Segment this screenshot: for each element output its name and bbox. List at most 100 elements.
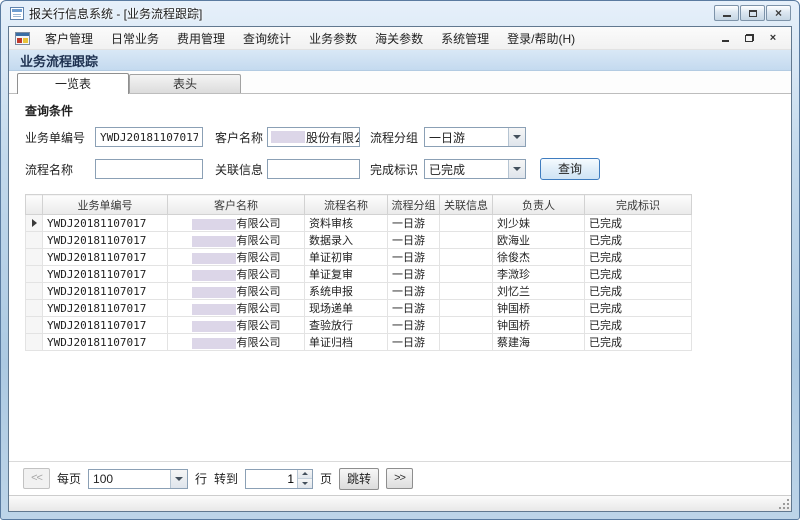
cell-process-group: 一日游 — [388, 266, 440, 283]
column-header-process-name[interactable]: 流程名称 — [305, 195, 388, 215]
menu-bar: 客户管理 日常业务 费用管理 查询统计 业务参数 海关参数 系统管理 登录/帮助… — [9, 27, 791, 50]
cell-order-no: YWDJ20181107017 — [43, 300, 168, 317]
cell-customer-text: 有限公司 — [237, 337, 281, 349]
column-header-order-no[interactable]: 业务单编号 — [43, 195, 168, 215]
mdi-restore-button[interactable] — [741, 31, 757, 45]
cell-related-info — [440, 317, 493, 334]
process-group-select[interactable]: 一日游 — [424, 127, 526, 147]
table-row[interactable]: YWDJ20181107017 有限公司 系统申报 一日游 刘忆兰 已完成 — [26, 283, 692, 300]
row-header-cell — [26, 334, 43, 351]
redacted-text-block — [192, 304, 236, 315]
cell-owner: 钟国桥 — [493, 300, 585, 317]
per-page-select[interactable]: 100 — [88, 469, 188, 489]
redacted-text-block — [192, 253, 236, 264]
window-title: 报关行信息系统 - [业务流程跟踪] — [29, 5, 202, 22]
menu-item-customs-params[interactable]: 海关参数 — [366, 27, 432, 50]
spin-down-button[interactable] — [298, 479, 312, 488]
results-table: 业务单编号 客户名称 流程名称 流程分组 关联信息 负责人 完成标识 YWDJ2… — [25, 194, 692, 351]
table-row[interactable]: YWDJ20181107017 有限公司 单证初审 一日游 徐俊杰 已完成 — [26, 249, 692, 266]
menu-item-system-mgmt[interactable]: 系统管理 — [432, 27, 498, 50]
cell-related-info — [440, 232, 493, 249]
status-flag-value: 已完成 — [425, 161, 508, 178]
cell-owner: 刘少妹 — [493, 215, 585, 232]
column-header-owner[interactable]: 负责人 — [493, 195, 585, 215]
status-flag-select[interactable]: 已完成 — [424, 159, 526, 179]
cell-customer-text: 有限公司 — [237, 252, 281, 264]
cell-related-info — [440, 300, 493, 317]
menu-item-login-help[interactable]: 登录/帮助(H) — [498, 27, 584, 50]
grid-body: YWDJ20181107017 有限公司 资料审核 一日游 刘少妹 已完成 YW… — [26, 215, 692, 351]
cell-status: 已完成 — [585, 300, 692, 317]
page-number-stepper[interactable] — [245, 469, 313, 489]
maximize-button[interactable] — [740, 5, 765, 21]
chevron-down-icon[interactable] — [508, 128, 525, 146]
spin-up-button[interactable] — [298, 470, 312, 480]
cell-customer: 有限公司 — [168, 266, 305, 283]
next-page-button[interactable]: >> — [386, 468, 413, 489]
app-window: 报关行信息系统 - [业务流程跟踪] × 客户管理 日常业务 费用管理 查询统计… — [0, 0, 800, 520]
cell-process-name: 数据录入 — [305, 232, 388, 249]
chevron-down-icon — [302, 482, 308, 485]
menu-item-daily-business[interactable]: 日常业务 — [102, 27, 168, 50]
related-info-input[interactable] — [267, 159, 360, 179]
row-selector-arrow — [32, 219, 37, 227]
tab-overview[interactable]: 一览表 — [17, 73, 129, 94]
search-button[interactable]: 查询 — [540, 158, 600, 180]
column-header-status[interactable]: 完成标识 — [585, 195, 692, 215]
maximize-icon — [749, 10, 757, 17]
page-number-input[interactable] — [246, 470, 297, 488]
table-row[interactable]: YWDJ20181107017 有限公司 现场递单 一日游 钟国桥 已完成 — [26, 300, 692, 317]
chevron-up-icon — [302, 472, 308, 475]
chevron-down-icon[interactable] — [508, 160, 525, 178]
cell-customer-text: 有限公司 — [237, 286, 281, 298]
redacted-text-block — [271, 131, 305, 143]
window-titlebar[interactable]: 报关行信息系统 - [业务流程跟踪] × — [1, 1, 799, 26]
cell-status: 已完成 — [585, 334, 692, 351]
cell-customer: 有限公司 — [168, 249, 305, 266]
column-header-related-info[interactable]: 关联信息 — [440, 195, 493, 215]
order-no-input[interactable] — [95, 127, 203, 147]
customer-name-value: 股份有限公司 — [306, 129, 360, 146]
chevron-down-icon[interactable] — [170, 470, 187, 488]
tab-header[interactable]: 表头 — [129, 74, 241, 93]
cell-status: 已完成 — [585, 266, 692, 283]
cell-owner: 钟国桥 — [493, 317, 585, 334]
mdi-close-button[interactable]: × — [765, 31, 781, 45]
cell-customer-text: 有限公司 — [237, 303, 281, 315]
cell-customer-text: 有限公司 — [237, 235, 281, 247]
process-group-value: 一日游 — [425, 129, 508, 146]
mdi-minimize-button[interactable] — [717, 31, 733, 45]
tab-strip: 一览表 表头 — [9, 71, 791, 94]
goto-label: 转到 — [214, 470, 238, 487]
menu-item-query-stats[interactable]: 查询统计 — [234, 27, 300, 50]
cell-customer: 有限公司 — [168, 283, 305, 300]
menu-item-business-params[interactable]: 业务参数 — [300, 27, 366, 50]
table-row[interactable]: YWDJ20181107017 有限公司 数据录入 一日游 欧海业 已完成 — [26, 232, 692, 249]
cell-related-info — [440, 249, 493, 266]
column-header-customer[interactable]: 客户名称 — [168, 195, 305, 215]
jump-button[interactable]: 跳转 — [339, 468, 379, 490]
row-header-cell — [26, 249, 43, 266]
row-header-cell — [26, 317, 43, 334]
minimize-button[interactable] — [714, 5, 739, 21]
prev-page-button[interactable]: << — [23, 468, 50, 489]
close-button[interactable]: × — [766, 5, 791, 21]
mdi-content: 业务流程跟踪 一览表 表头 查询条件 业务单编号 客户名称 股份有限公司 流程分… — [9, 50, 791, 495]
minimize-icon — [723, 14, 731, 17]
order-no-label: 业务单编号 — [25, 129, 95, 146]
table-row[interactable]: YWDJ20181107017 有限公司 单证归档 一日游 蔡建海 已完成 — [26, 334, 692, 351]
customer-name-input[interactable]: 股份有限公司 — [267, 127, 360, 147]
cell-owner: 蔡建海 — [493, 334, 585, 351]
table-row[interactable]: YWDJ20181107017 有限公司 单证复审 一日游 李溦珍 已完成 — [26, 266, 692, 283]
menu-item-customer-mgmt[interactable]: 客户管理 — [36, 27, 102, 50]
process-name-label: 流程名称 — [25, 161, 95, 178]
column-header-process-group[interactable]: 流程分组 — [388, 195, 440, 215]
table-row[interactable]: YWDJ20181107017 有限公司 资料审核 一日游 刘少妹 已完成 — [26, 215, 692, 232]
table-row[interactable]: YWDJ20181107017 有限公司 查验放行 一日游 钟国桥 已完成 — [26, 317, 692, 334]
cell-related-info — [440, 334, 493, 351]
cell-order-no: YWDJ20181107017 — [43, 215, 168, 232]
cell-status: 已完成 — [585, 317, 692, 334]
process-name-input[interactable] — [95, 159, 203, 179]
resize-grip[interactable] — [778, 498, 789, 509]
menu-item-fee-mgmt[interactable]: 费用管理 — [168, 27, 234, 50]
